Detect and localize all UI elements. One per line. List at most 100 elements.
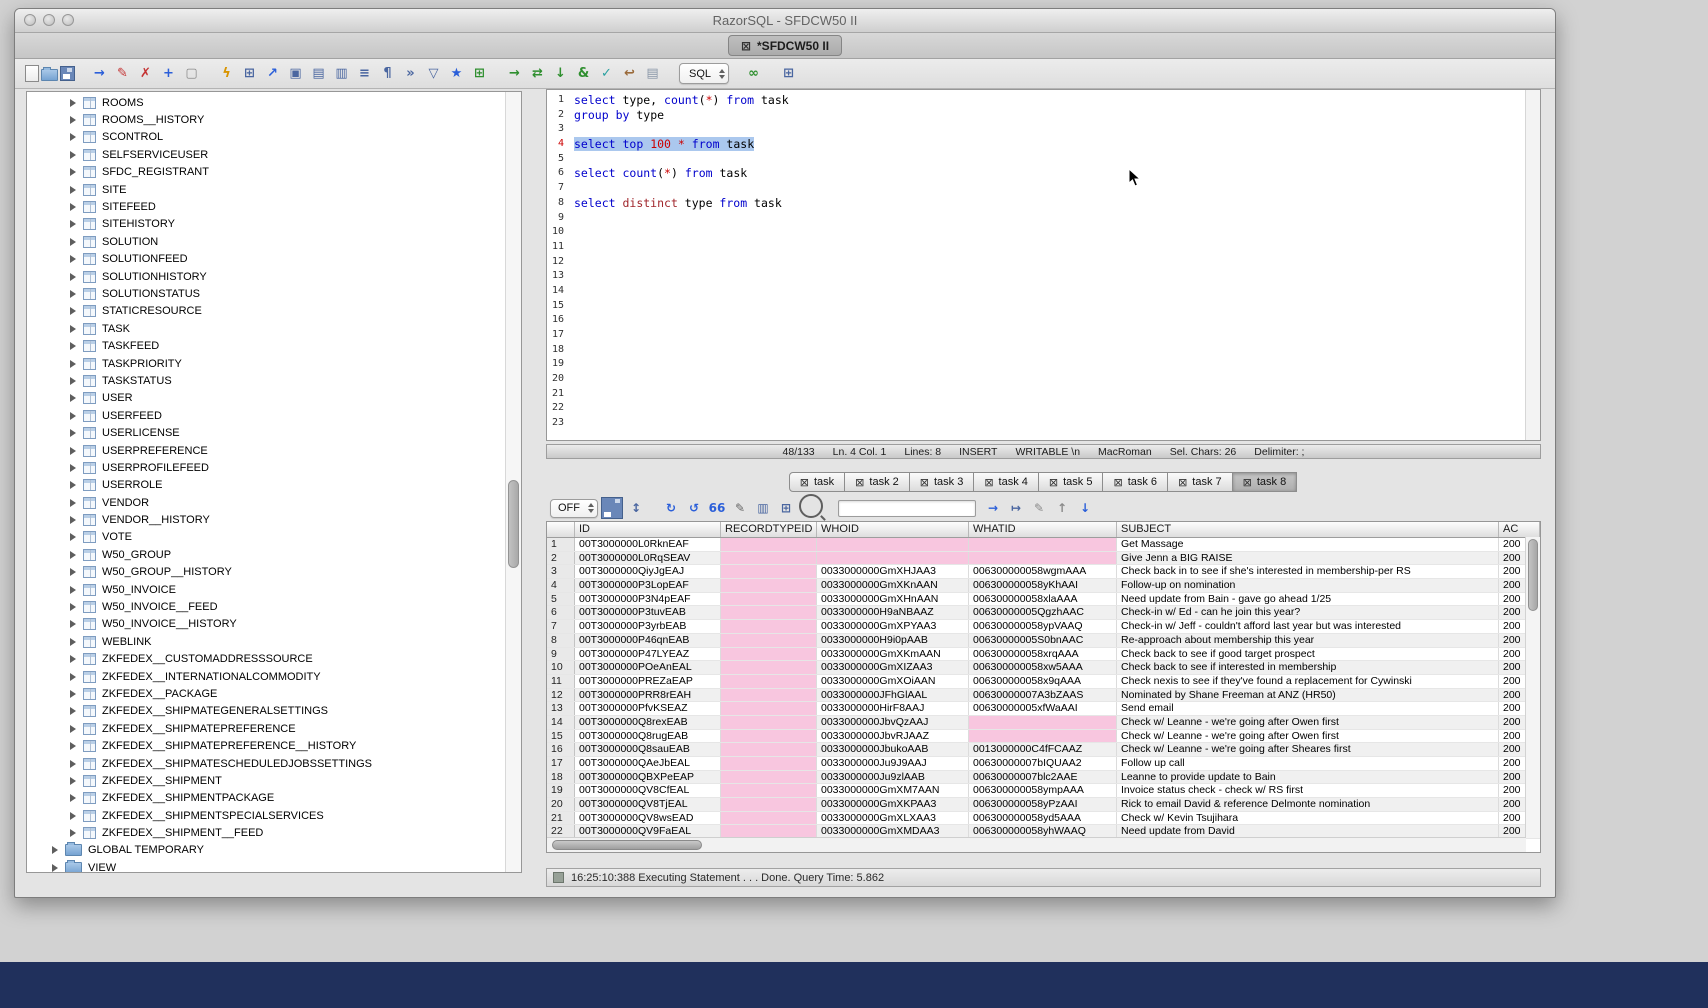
result-tab[interactable]: ⊠ task 3: [909, 472, 975, 492]
cell-whatid[interactable]: [969, 716, 1117, 729]
cell-whoid[interactable]: 0033000000JbvQzAAJ: [817, 716, 969, 729]
results-search-input[interactable]: [838, 500, 976, 517]
connections-icon[interactable]: ∞: [743, 63, 764, 84]
close-document-tab-icon[interactable]: ⊠: [741, 39, 751, 53]
expand-icon[interactable]: [70, 133, 76, 141]
tree-node[interactable]: SCONTROL: [27, 129, 521, 146]
expand-icon[interactable]: [70, 464, 76, 472]
cell-whoid[interactable]: 0033000000GmXPYAA3: [817, 620, 969, 633]
expand-icon[interactable]: [70, 707, 76, 715]
tree-node[interactable]: ZKFEDEX__CUSTOMADDRESSSOURCE: [27, 651, 521, 668]
cell-whatid[interactable]: 006300000058yd5AAA: [969, 812, 1117, 825]
expand-icon[interactable]: [70, 116, 76, 124]
cell-whatid[interactable]: 00630000005QgzhAAC: [969, 606, 1117, 619]
table-row[interactable]: 12 00T3000000PRR8rEAH 0033000000JFhGlAAL…: [547, 689, 1540, 703]
cell-id[interactable]: 00T3000000P47LYEAZ: [575, 648, 721, 661]
expand-icon[interactable]: [70, 290, 76, 298]
cell-recordtypeid[interactable]: [721, 743, 817, 756]
expand-icon[interactable]: [70, 673, 76, 681]
expand-icon[interactable]: [70, 151, 76, 159]
tree-node[interactable]: ZKFEDEX__SHIPMENT__FEED: [27, 824, 521, 841]
expand-icon[interactable]: [70, 690, 76, 698]
go-icon[interactable]: →: [983, 498, 1003, 518]
cell-id[interactable]: 00T3000000Q8rexEAB: [575, 716, 721, 729]
cell-subject[interactable]: Check back to see if interested in membe…: [1117, 661, 1499, 674]
table-icon[interactable]: ⊞: [776, 498, 796, 518]
cell-subject[interactable]: Give Jenn a BIG RAISE: [1117, 552, 1499, 565]
cell-id[interactable]: 00T3000000PfvKSEAZ: [575, 702, 721, 715]
column-header[interactable]: RECORDTYPEID: [721, 522, 817, 537]
cell-whoid[interactable]: 0033000000GmXOiAAN: [817, 675, 969, 688]
close-result-tab-icon[interactable]: ⊠: [920, 476, 929, 489]
cell-recordtypeid[interactable]: [721, 552, 817, 565]
cell-whoid[interactable]: [817, 552, 969, 565]
sort-icon[interactable]: ↕: [626, 498, 646, 518]
open-folder-icon[interactable]: [41, 69, 58, 81]
editor-scrollbar[interactable]: [1525, 90, 1540, 440]
tree-node[interactable]: USER: [27, 390, 521, 407]
table-row[interactable]: 14 00T3000000Q8rexEAB 0033000000JbvQzAAJ…: [547, 716, 1540, 730]
cell-whoid[interactable]: 0033000000GmXKnAAN: [817, 579, 969, 592]
result-tab[interactable]: ⊠ task 5: [1038, 472, 1104, 492]
cell-recordtypeid[interactable]: [721, 661, 817, 674]
cell-whoid[interactable]: 0033000000H9aNBAAZ: [817, 606, 969, 619]
tree-node[interactable]: ZKFEDEX__SHIPMATEGENERALSETTINGS: [27, 703, 521, 720]
cell-id[interactable]: 00T3000000QV8wsEAD: [575, 812, 721, 825]
close-result-tab-icon[interactable]: ⊠: [984, 476, 993, 489]
tree-node[interactable]: W50_GROUP: [27, 546, 521, 563]
cell-whatid[interactable]: 006300000058x9qAAA: [969, 675, 1117, 688]
expand-icon[interactable]: [70, 168, 76, 176]
table-row[interactable]: 8 00T3000000P46qnEAB 0033000000H9i0pAAB …: [547, 634, 1540, 648]
expand-icon[interactable]: [70, 760, 76, 768]
cell-whatid[interactable]: [969, 730, 1117, 743]
tree-node[interactable]: TASKFEED: [27, 337, 521, 354]
expand-icon[interactable]: [70, 255, 76, 263]
tree-node[interactable]: ZKFEDEX__INTERNATIONALCOMMODITY: [27, 668, 521, 685]
quotes-icon[interactable]: 66: [707, 498, 727, 518]
cell-id[interactable]: 00T3000000P3LopEAF: [575, 579, 721, 592]
tree-node[interactable]: SITEFEED: [27, 198, 521, 215]
document-tab[interactable]: ⊠ *SFDCW50 II: [728, 35, 842, 56]
tree-node[interactable]: USERPROFILEFEED: [27, 459, 521, 476]
cell-recordtypeid[interactable]: [721, 538, 817, 551]
expand-icon[interactable]: [70, 638, 76, 646]
expand-icon[interactable]: [70, 551, 76, 559]
flash-icon[interactable]: ϟ: [216, 63, 237, 84]
limit-select[interactable]: OFF: [550, 499, 598, 518]
expand-icon[interactable]: [70, 499, 76, 507]
filter-icon[interactable]: ▽: [423, 63, 444, 84]
tree-node[interactable]: SOLUTIONHISTORY: [27, 268, 521, 285]
results-horizontal-scrollbar-thumb[interactable]: [552, 840, 702, 850]
edit-icon[interactable]: ✎: [730, 498, 750, 518]
cell-whatid[interactable]: 00630000007A3bZAAS: [969, 689, 1117, 702]
cell-whatid[interactable]: 006300000058wgmAAA: [969, 565, 1117, 578]
column-header[interactable]: SUBJECT: [1117, 522, 1499, 537]
cell-whoid[interactable]: 0033000000JFhGlAAL: [817, 689, 969, 702]
cell-whatid[interactable]: 006300000058yKhAAI: [969, 579, 1117, 592]
column-header[interactable]: WHATID: [969, 522, 1117, 537]
list-icon[interactable]: ≡: [354, 63, 375, 84]
cell-whatid[interactable]: [969, 538, 1117, 551]
cell-recordtypeid[interactable]: [721, 716, 817, 729]
tree-node[interactable]: TASKPRIORITY: [27, 355, 521, 372]
sidebar-scrollbar-thumb[interactable]: [508, 480, 519, 568]
column-header[interactable]: [547, 522, 575, 537]
titlebar[interactable]: RazorSQL - SFDCW50 II: [15, 9, 1555, 33]
close-result-tab-icon[interactable]: ⊠: [1243, 476, 1252, 489]
save-results-icon[interactable]: [601, 497, 623, 519]
cell-whatid[interactable]: 00630000005xfWaAAI: [969, 702, 1117, 715]
execute-icon[interactable]: →: [504, 63, 525, 84]
minimize-window-button[interactable]: [43, 14, 55, 26]
table-row[interactable]: 9 00T3000000P47LYEAZ 0033000000GmXKmAAN …: [547, 648, 1540, 662]
goto-end-icon[interactable]: ↦: [1006, 498, 1026, 518]
cell-recordtypeid[interactable]: [721, 620, 817, 633]
table-row[interactable]: 10 00T3000000POeAnEAL 0033000000GmXIZAA3…: [547, 661, 1540, 675]
tree-node[interactable]: ZKFEDEX__SHIPMATESCHEDULEDJOBSSETTINGS: [27, 755, 521, 772]
expand-icon[interactable]: [70, 273, 76, 281]
result-tab[interactable]: ⊠ task 8: [1232, 472, 1298, 492]
copy-icon[interactable]: ▣: [285, 63, 306, 84]
import-icon[interactable]: →: [89, 63, 110, 84]
result-tab[interactable]: ⊠ task 6: [1102, 472, 1168, 492]
new-file-icon[interactable]: [25, 65, 39, 82]
expand-icon[interactable]: [70, 586, 76, 594]
